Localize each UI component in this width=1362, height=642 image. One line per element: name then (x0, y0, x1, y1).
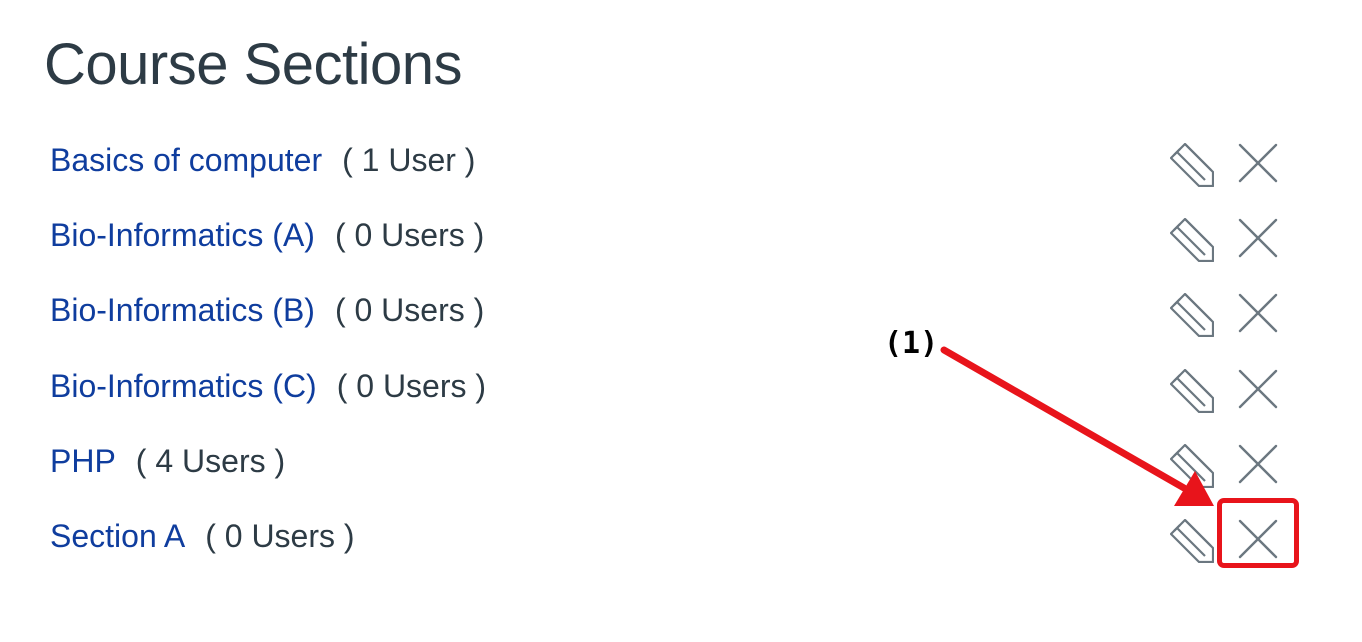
section-row: Basics of computer ( 1 User ) (0, 123, 1362, 198)
section-row: Bio-Informatics (C) ( 0 Users ) (0, 349, 1362, 424)
section-row-text: Bio-Informatics (A) ( 0 Users ) (50, 215, 484, 255)
page-title: Course Sections (44, 32, 463, 97)
section-link[interactable]: PHP (50, 443, 116, 479)
pencil-icon (1170, 518, 1214, 563)
edit-section-button[interactable] (1170, 218, 1214, 263)
section-list: Basics of computer ( 1 User ) Bio-Informa… (0, 123, 1362, 574)
pencil-icon (1170, 368, 1214, 413)
edit-section-button[interactable] (1170, 518, 1214, 563)
pencil-icon (1170, 218, 1214, 263)
section-link[interactable]: Basics of computer (50, 142, 322, 178)
annotation-label: (1) (884, 326, 939, 361)
delete-section-button[interactable] (1236, 367, 1280, 411)
section-link[interactable]: Bio-Informatics (B) (50, 292, 315, 328)
section-row: PHP ( 4 Users ) (0, 424, 1362, 499)
pencil-icon (1170, 143, 1214, 187)
section-row-text: Bio-Informatics (B) ( 0 Users ) (50, 290, 484, 330)
edit-section-button[interactable] (1170, 368, 1214, 413)
close-icon (1238, 294, 1278, 333)
user-count: ( 0 Users ) (205, 517, 355, 554)
close-icon (1238, 143, 1278, 183)
pencil-icon (1170, 293, 1214, 338)
delete-section-button[interactable] (1236, 141, 1280, 185)
section-link[interactable]: Bio-Informatics (C) (50, 368, 317, 404)
edit-section-button[interactable] (1170, 443, 1214, 488)
user-count: ( 4 Users ) (135, 442, 286, 479)
edit-section-button[interactable] (1170, 143, 1214, 187)
user-count: ( 0 Users ) (336, 367, 487, 404)
section-row-text: Basics of computer ( 1 User ) (50, 140, 475, 180)
close-icon (1238, 444, 1278, 483)
section-row: Bio-Informatics (A) ( 0 Users ) (0, 198, 1362, 273)
section-row-text: Bio-Informatics (C) ( 0 Users ) (50, 366, 486, 406)
pencil-icon (1170, 443, 1214, 488)
close-icon (1238, 369, 1278, 408)
user-count: ( 0 Users ) (334, 217, 485, 254)
delete-section-button[interactable] (1236, 216, 1280, 260)
section-row: Bio-Informatics (B) ( 0 Users ) (0, 273, 1362, 348)
course-sections-page: Course Sections Basics of computer ( 1 Us… (0, 0, 1362, 642)
section-row-text: PHP ( 4 Users ) (50, 441, 285, 481)
delete-section-button[interactable] (1236, 517, 1280, 561)
edit-section-button[interactable] (1170, 293, 1214, 338)
delete-section-button[interactable] (1236, 291, 1280, 335)
section-row-text: Section A ( 0 Users ) (50, 516, 355, 556)
close-icon (1238, 218, 1278, 258)
delete-section-button[interactable] (1236, 442, 1280, 486)
section-link[interactable]: Section A (50, 518, 185, 554)
user-count: ( 0 Users ) (334, 292, 485, 329)
close-icon (1238, 519, 1278, 559)
section-link[interactable]: Bio-Informatics (A) (50, 217, 315, 253)
section-row: Section A ( 0 Users ) (0, 499, 1362, 574)
user-count: ( 1 User ) (342, 142, 476, 178)
